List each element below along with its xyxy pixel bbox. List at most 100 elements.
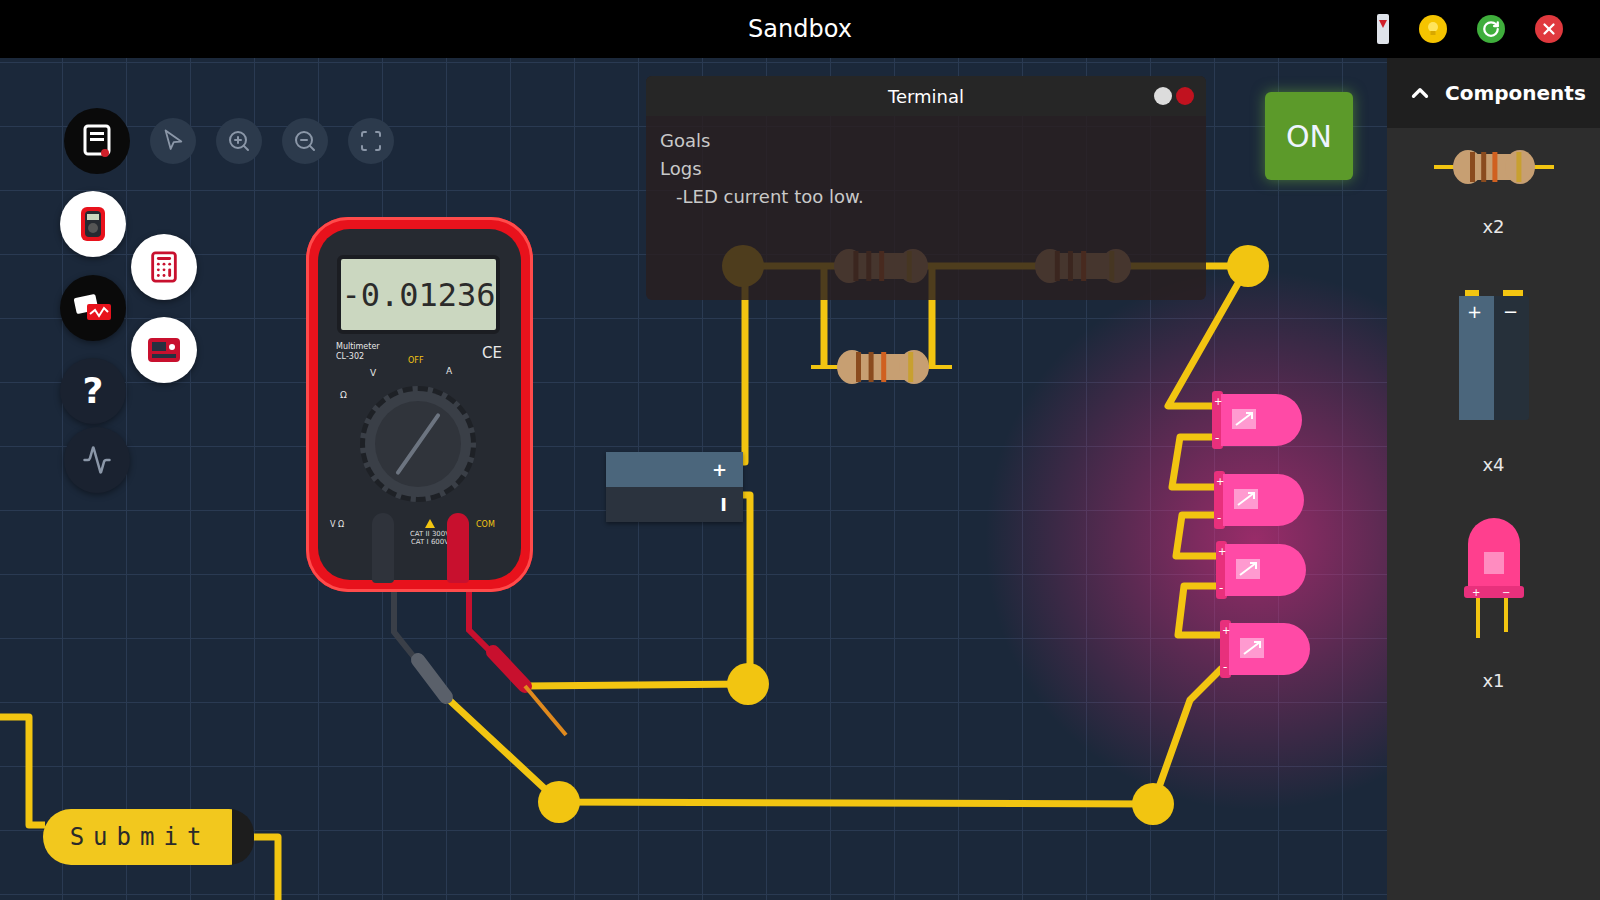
bulb-icon bbox=[1426, 21, 1440, 37]
reset-button[interactable] bbox=[1477, 15, 1505, 43]
probe-tip-icon bbox=[1379, 20, 1387, 28]
top-bar: Sandbox bbox=[0, 0, 1600, 58]
top-icons bbox=[852, 14, 1600, 44]
circuit-canvas[interactable]: +-+-+-+-?TerminalGoalsLogs-LED current t… bbox=[0, 58, 1387, 900]
main-area: +-+-+-+-?TerminalGoalsLogs-LED current t… bbox=[0, 58, 1600, 900]
power-supply-icon bbox=[147, 336, 181, 364]
components-panel: Componentsx2+−x4+−x1 bbox=[1387, 58, 1600, 900]
minimize-dot[interactable] bbox=[1154, 87, 1172, 105]
probe-cables[interactable] bbox=[394, 582, 566, 735]
select-tool[interactable] bbox=[150, 118, 196, 164]
help-button[interactable]: ? bbox=[60, 358, 126, 424]
wire-node[interactable] bbox=[1132, 783, 1174, 825]
zoom-in-button[interactable] bbox=[216, 118, 262, 164]
probe-jack[interactable] bbox=[447, 513, 469, 583]
led[interactable]: +- bbox=[1216, 541, 1306, 599]
svg-text:+: + bbox=[1467, 301, 1482, 322]
resistor-icon bbox=[1432, 150, 1556, 184]
log-entry: -LED current too low. bbox=[660, 186, 1192, 208]
power-button[interactable]: ON bbox=[1265, 92, 1353, 180]
component-count: x2 bbox=[1482, 216, 1504, 238]
help-label: ? bbox=[83, 373, 104, 409]
component-count: x4 bbox=[1482, 454, 1504, 476]
calculator-icon bbox=[147, 250, 181, 284]
wires bbox=[0, 266, 1248, 900]
dial-volt: V bbox=[370, 369, 376, 379]
terminal-header[interactable]: Terminal bbox=[646, 76, 1206, 116]
refresh-icon bbox=[1482, 20, 1500, 38]
multimeter-model: CL-302 bbox=[336, 353, 364, 362]
submit-button[interactable]: Submit bbox=[43, 809, 254, 865]
multimeter-brand: Multimeter bbox=[336, 343, 380, 352]
components-header[interactable]: Components bbox=[1387, 58, 1600, 128]
notebook-icon bbox=[82, 124, 112, 158]
component-item[interactable]: +− x4 bbox=[1457, 290, 1531, 476]
led-icon: +− bbox=[1462, 516, 1526, 638]
resistor[interactable] bbox=[837, 350, 929, 384]
terminal-section[interactable]: Logs bbox=[660, 158, 1192, 180]
chevron-up-icon bbox=[1407, 80, 1433, 106]
instruments-tool[interactable] bbox=[60, 275, 126, 341]
multimeter-icon bbox=[79, 206, 107, 242]
led-glow bbox=[985, 270, 1387, 810]
view-toolbar bbox=[64, 108, 394, 174]
multimeter-tool[interactable] bbox=[60, 191, 126, 257]
svg-text:+: + bbox=[1216, 476, 1224, 487]
oscilloscope-tool[interactable] bbox=[64, 427, 130, 493]
dial-off: OFF bbox=[408, 357, 424, 366]
component-item[interactable]: +− x1 bbox=[1462, 516, 1526, 692]
fit-view-button[interactable] bbox=[348, 118, 394, 164]
dial-ohm: Ω bbox=[340, 391, 347, 401]
svg-text:-: - bbox=[1219, 581, 1223, 595]
window-title: Sandbox bbox=[748, 15, 852, 43]
battery-plus: + bbox=[606, 452, 743, 487]
svg-text:+: + bbox=[1472, 587, 1480, 598]
probe-icon[interactable] bbox=[1377, 14, 1389, 44]
oscilloscope-icon bbox=[82, 445, 112, 475]
dial-knob bbox=[375, 401, 461, 487]
component-count: x1 bbox=[1482, 670, 1504, 692]
wire-node[interactable] bbox=[727, 663, 769, 705]
warning-icon bbox=[425, 519, 435, 528]
submit-label: Submit bbox=[43, 809, 229, 865]
terminal-body: Goals Logs -LED current too low. bbox=[646, 116, 1206, 222]
jack-label: V Ω bbox=[330, 521, 344, 530]
component-item[interactable]: x2 bbox=[1432, 150, 1556, 238]
multimeter-display: -0.01236 bbox=[337, 255, 500, 334]
ce-mark: CE bbox=[482, 345, 502, 362]
battery-icon: +− bbox=[1457, 290, 1531, 422]
rating: CAT I 600V bbox=[411, 538, 449, 546]
led[interactable]: +- bbox=[1220, 620, 1310, 678]
svg-text:−: − bbox=[1503, 301, 1518, 322]
close-dot[interactable] bbox=[1176, 87, 1194, 105]
fit-view-icon bbox=[359, 129, 383, 153]
led[interactable]: +- bbox=[1212, 391, 1302, 449]
zoom-out-button[interactable] bbox=[282, 118, 328, 164]
multimeter[interactable]: -0.01236MultimeterCL-302CEOFFVAΩV ΩCOMCA… bbox=[306, 217, 533, 592]
svg-text:+: + bbox=[1218, 546, 1226, 557]
dial-amp: A bbox=[446, 367, 452, 377]
submit-cap bbox=[229, 809, 254, 865]
svg-text:+: + bbox=[1214, 396, 1222, 407]
hint-button[interactable] bbox=[1419, 15, 1447, 43]
wire-node[interactable] bbox=[538, 781, 580, 823]
calculator-tool[interactable] bbox=[131, 234, 197, 300]
wire-node[interactable] bbox=[1227, 245, 1269, 287]
terminal-window[interactable]: Terminal Goals Logs -LED current too low. bbox=[646, 76, 1206, 300]
led[interactable]: +- bbox=[1214, 471, 1304, 529]
instruments-icon bbox=[73, 292, 113, 324]
probe-jack[interactable] bbox=[372, 513, 394, 583]
svg-text:-: - bbox=[1223, 660, 1227, 674]
battery-minus: I bbox=[606, 487, 743, 522]
terminal-section[interactable]: Goals bbox=[660, 130, 1192, 152]
svg-text:-: - bbox=[1215, 431, 1219, 445]
zoom-out-icon bbox=[293, 129, 317, 153]
battery[interactable]: +I bbox=[606, 452, 743, 522]
selector-dial[interactable] bbox=[360, 386, 476, 502]
notebook-button[interactable] bbox=[64, 108, 130, 174]
close-button[interactable] bbox=[1535, 15, 1563, 43]
power-supply-tool[interactable] bbox=[131, 317, 197, 383]
resistor-shape[interactable] bbox=[1453, 150, 1535, 184]
terminal-controls bbox=[1154, 87, 1194, 105]
sandbox-window: Sandbox+-+-+-+-?TerminalGoalsLogs-LED cu… bbox=[0, 0, 1600, 900]
